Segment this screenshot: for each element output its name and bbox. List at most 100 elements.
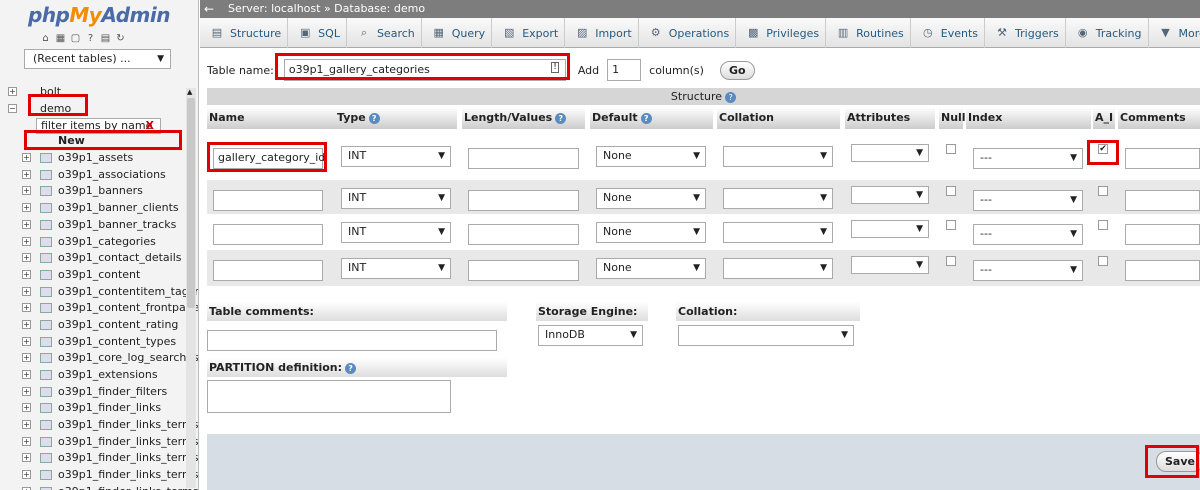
expand-icon[interactable]: + <box>22 286 31 296</box>
column-default-select[interactable]: None ▼ <box>596 222 706 243</box>
table-name[interactable]: o39p1_banner_tracks <box>58 217 176 233</box>
column-null-checkbox[interactable] <box>946 256 956 266</box>
table-name[interactable]: o39p1_finder_links <box>58 400 161 416</box>
phpmyadmin-logo[interactable]: phpMyAdmin <box>28 3 170 27</box>
table-name[interactable]: o39p1_finder_links_terms <box>58 434 198 450</box>
tab-search[interactable]: ⌕ Search <box>347 18 422 48</box>
add-columns-count-input[interactable]: 1 <box>607 59 642 81</box>
column-length-input[interactable] <box>468 260 579 281</box>
table-collation-select[interactable]: ▼ <box>678 325 854 346</box>
tree-table-item[interactable]: + o39p1_banner_tracks <box>8 217 186 234</box>
help-icon[interactable]: ? <box>345 362 357 374</box>
expand-icon[interactable]: + <box>22 186 31 196</box>
save-button[interactable]: Save <box>1156 451 1200 472</box>
table-name[interactable]: o39p1_assets <box>58 150 133 166</box>
column-name-input[interactable] <box>213 260 323 281</box>
tree-table-item[interactable]: +o39p1_finder_links_terms <box>8 467 198 484</box>
column-index-select[interactable]: --- ▼ <box>973 148 1083 169</box>
expand-icon[interactable]: + <box>22 336 31 346</box>
reload-icon[interactable]: ↻ <box>115 33 126 44</box>
expand-icon[interactable]: + <box>22 386 31 396</box>
tree-table-item[interactable]: + o39p1_core_log_searches <box>8 350 198 367</box>
column-null-checkbox[interactable] <box>946 144 956 154</box>
sidebar-scrollbar[interactable]: ▲ <box>186 88 196 488</box>
column-auto-increment-checkbox[interactable] <box>1098 186 1108 196</box>
tree-table-item[interactable]: +o39p1_finder_links_terms <box>8 450 198 467</box>
column-attributes-select[interactable]: ▼ <box>851 220 929 238</box>
column-index-select[interactable]: --- ▼ <box>973 260 1083 281</box>
column-length-input[interactable] <box>468 190 579 211</box>
table-name[interactable]: o39p1_content_types <box>58 334 176 350</box>
new-table-link[interactable]: New <box>58 133 85 149</box>
table-name[interactable]: o39p1_banner_clients <box>58 200 179 216</box>
clear-filter-icon[interactable]: X <box>146 119 154 133</box>
tree-table-item[interactable]: + o39p1_categories <box>8 234 186 251</box>
column-comments-input[interactable] <box>1125 260 1200 281</box>
table-name[interactable]: o39p1_finder_links_terms <box>58 417 198 433</box>
help-icon[interactable]: ? <box>368 112 380 124</box>
tree-table-item[interactable]: + o39p1_finder_filters <box>8 384 186 401</box>
expand-icon[interactable]: + <box>22 470 31 480</box>
expand-icon[interactable]: + <box>22 236 31 246</box>
storage-engine-select[interactable]: InnoDB ▼ <box>538 325 643 346</box>
column-null-checkbox[interactable] <box>946 220 956 230</box>
column-default-select[interactable]: None ▼ <box>596 258 706 279</box>
column-name-input[interactable]: gallery_category_id <box>213 148 325 169</box>
column-type-select[interactable]: INT ▼ <box>341 188 451 209</box>
table-name[interactable]: o39p1_content_rating <box>58 317 178 333</box>
column-collation-select[interactable]: ▼ <box>723 222 833 243</box>
column-null-checkbox[interactable] <box>946 186 956 196</box>
expand-icon[interactable]: − <box>8 103 17 113</box>
column-attributes-select[interactable]: ▼ <box>851 256 929 274</box>
docs-icon[interactable]: ? <box>85 33 96 44</box>
tree-database-demo[interactable]: − demo <box>8 101 186 118</box>
column-index-select[interactable]: --- ▼ <box>973 190 1083 211</box>
column-length-input[interactable] <box>468 224 579 245</box>
help-icon[interactable]: ? <box>640 112 652 124</box>
expand-icon[interactable]: + <box>22 169 31 179</box>
table-name[interactable]: o39p1_extensions <box>58 367 158 383</box>
filter-items-input[interactable]: filter items by name X <box>36 118 161 134</box>
table-name[interactable]: o39p1_categories <box>58 234 156 250</box>
column-length-input[interactable] <box>468 148 579 169</box>
column-type-select[interactable]: INT ▼ <box>341 146 451 167</box>
column-default-select[interactable]: None ▼ <box>596 146 706 167</box>
table-name[interactable]: o39p1_contentitem_tag_m <box>58 284 198 300</box>
expand-icon[interactable]: + <box>22 203 31 213</box>
column-collation-select[interactable]: ▼ <box>723 146 833 167</box>
expand-icon[interactable]: + <box>22 319 31 329</box>
table-name[interactable]: o39p1_content <box>58 267 140 283</box>
table-name[interactable]: o39p1_contact_details <box>58 250 182 266</box>
database-name[interactable]: bolt <box>40 84 61 100</box>
column-type-select[interactable]: INT ▼ <box>341 258 451 279</box>
home-icon[interactable]: ⌂ <box>40 33 51 44</box>
tree-table-item[interactable]: + o39p1_content <box>8 267 186 284</box>
tree-table-item[interactable]: + o39p1_content_rating <box>8 317 186 334</box>
column-comments-input[interactable] <box>1125 190 1200 211</box>
table-name-input[interactable]: o39p1_gallery_categories! <box>283 59 566 81</box>
tree-table-item[interactable]: + o39p1_extensions <box>8 367 186 384</box>
tree-table-item[interactable]: + o39p1_assets <box>8 150 186 167</box>
tab-routines[interactable]: ▥ Routines <box>826 18 911 48</box>
column-auto-increment-checkbox[interactable] <box>1098 256 1108 266</box>
tree-table-item[interactable]: +o39p1_finder_links_terms <box>8 484 198 490</box>
tree-table-item[interactable]: + o39p1_content_types <box>8 334 186 351</box>
help-icon[interactable]: ? <box>725 91 737 103</box>
tree-table-item[interactable]: +o39p1_finder_links_terms <box>8 417 198 434</box>
tab-import[interactable]: ▨ Import <box>565 18 639 48</box>
logout-icon[interactable]: ▦ <box>55 33 66 44</box>
back-arrow-icon[interactable]: ← <box>204 0 214 18</box>
expand-icon[interactable]: + <box>22 153 31 163</box>
expand-icon[interactable]: + <box>22 436 31 446</box>
sql-docs-icon[interactable]: ▤ <box>100 33 111 44</box>
tab-triggers[interactable]: ⚒ Triggers <box>985 18 1066 48</box>
expand-icon[interactable]: + <box>22 303 31 313</box>
go-button[interactable]: Go <box>719 60 755 80</box>
expand-icon[interactable]: + <box>22 353 31 363</box>
table-name[interactable]: o39p1_associations <box>58 167 166 183</box>
column-collation-select[interactable]: ▼ <box>723 188 833 209</box>
scroll-up-icon[interactable]: ▲ <box>187 88 192 96</box>
breadcrumb[interactable]: Server: localhost » Database: demo <box>228 0 425 18</box>
column-attributes-select[interactable]: ▼ <box>851 186 929 204</box>
tab-structure[interactable]: ▤ Structure <box>200 18 289 48</box>
